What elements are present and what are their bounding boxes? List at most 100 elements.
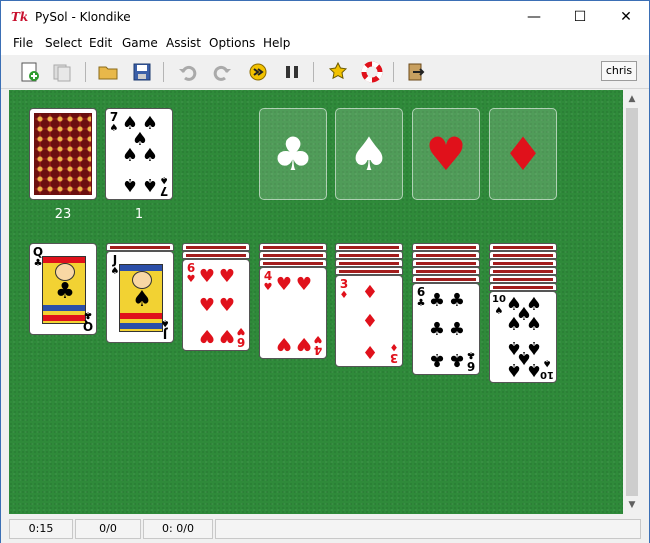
new-game-icon [21,62,39,82]
card-rank: 6 [416,285,426,299]
pip: ♣ [448,349,466,370]
menu-edit[interactable]: Edit [89,36,112,50]
pause-icon [286,66,298,78]
card-rank: 6 [186,261,196,275]
pip: ♥ [218,295,236,316]
face-down-card [412,243,480,251]
scroll-up-arrow[interactable]: ▲ [623,91,641,107]
menu-options[interactable]: Options [209,36,255,50]
close-button[interactable]: ✕ [603,1,649,33]
card-suit: ♦ [339,290,349,301]
pip: ♣ [428,290,446,311]
foundation-diamonds[interactable]: ♦ [489,108,557,200]
quit-icon [408,63,425,81]
face-down-card [489,283,557,291]
redo-icon [213,65,231,81]
save-button[interactable] [129,60,155,84]
toolbar: chris [1,55,649,89]
card-suit: ♣ [416,298,426,309]
game-table[interactable]: 23 7♠ ♠ ♠ ♠ ♠ ♠ ♠ ♠ 7♠ 1 ♣ ♠ ♥ ♦ Q♣ ♣ [9,90,623,514]
menu-assist[interactable]: Assist [166,36,201,50]
tableau-card-jack-spades[interactable]: J ♠ ♠ J ♠ [106,251,174,343]
face-down-card [412,275,480,283]
waste-suit-bottom: ♠ [159,174,169,185]
foundation-spades[interactable]: ♠ [335,108,403,200]
status-score: 0: 0/0 [143,519,213,539]
face-down-card [259,251,327,259]
pip: ♦ [361,311,379,332]
undo-button[interactable] [175,60,201,84]
tableau-card-ten-spades[interactable]: 10 ♠ ♠ ♠ ♠ ♠ ♠ ♠ ♠ ♠ ♠ ♠ 10 ♠ [489,291,557,383]
waste-count: 1 [134,207,144,222]
pip: ♥ [198,266,216,287]
card-suit-bottom: ♣ [466,349,476,360]
vertical-scrollbar[interactable]: ▲ ▼ [623,90,641,514]
face-down-card [412,251,480,259]
restart-button[interactable] [49,60,75,84]
card-rank-bottom: Q [82,319,94,333]
minimize-button[interactable]: — [511,1,557,33]
tk-app-icon: Tk [11,10,29,24]
menu-game[interactable]: Game [122,36,158,50]
pause-button[interactable] [279,60,305,84]
jack-face-art: ♠ [119,264,163,332]
card-suit-bottom: ♦ [389,341,399,352]
stock-count: 23 [54,207,72,222]
foundation-clubs[interactable]: ♣ [259,108,327,200]
open-button[interactable] [95,60,121,84]
tableau-card-queen-clubs[interactable]: Q ♣ ♣ Q ♣ [29,243,97,335]
menu-bar: File Select Edit Game Assist Options Hel… [1,33,649,55]
pip: ♥ [198,325,216,346]
card-rank-bottom: 4 [313,343,323,357]
card-suit-bottom: ♥ [236,325,246,336]
status-bar: 0:15 0/0 0: 0/0 [1,515,649,543]
window-title: PySol - Klondike [35,10,131,24]
menu-file[interactable]: File [13,36,33,50]
status-moves: 0/0 [75,519,141,539]
tableau-card-four-hearts[interactable]: 4 ♥ ♥ ♥ ♥ ♥ 4 ♥ [259,267,327,359]
maximize-button[interactable]: ☐ [557,1,603,33]
waste-card[interactable]: 7 ♠ ♠ ♠ ♠ ♠ ♠ ♠ ♠ 7 ♠ [105,108,173,200]
face-down-card [335,259,403,267]
face-suit: ♠ [132,287,152,312]
face-down-card [106,243,174,251]
scroll-thumb[interactable] [626,108,638,496]
tableau-card-three-diamonds[interactable]: 3 ♦ ♦ ♦ ♦ 3 ♦ [335,275,403,367]
player-name[interactable]: chris [601,61,637,81]
pip: ♦ [361,341,379,362]
card-rank-bottom: 6 [236,335,246,349]
face-down-card [412,259,480,267]
redo-button[interactable] [209,60,235,84]
pip: ♥ [295,333,313,354]
face-down-card [259,243,327,251]
card-suit-bottom: ♥ [313,333,323,344]
card-rank: 4 [263,269,273,283]
waste-rank-bottom: 7 [159,184,169,198]
foundation-hearts[interactable]: ♥ [412,108,480,200]
pip: ♣ [448,319,466,340]
statistics-button[interactable] [325,60,351,84]
pip: ♠ [505,359,523,380]
face-down-card [489,259,557,267]
menu-select[interactable]: Select [45,36,82,50]
face-down-card [182,243,250,251]
card-rank: 3 [339,277,349,291]
tableau-card-six-hearts[interactable]: 6 ♥ ♥ ♥ ♥ ♥ ♥ ♥ 6 ♥ [182,259,250,351]
pip: ♥ [295,274,313,295]
pip: ♥ [218,325,236,346]
card-rank-bottom: 6 [466,359,476,373]
new-game-button[interactable] [17,60,43,84]
stock-pile[interactable] [29,108,97,200]
pip: ♠ [525,314,543,335]
autodrop-button[interactable] [245,60,271,84]
face-down-card [335,267,403,275]
tableau-card-six-clubs[interactable]: 6 ♣ ♣ ♣ ♣ ♣ ♣ ♣ 6 ♣ [412,283,480,375]
help-button[interactable] [359,60,385,84]
queen-face-art: ♣ [42,256,86,324]
waste-rank: 7 [109,110,119,124]
face-down-card [182,251,250,259]
quit-button[interactable] [403,60,429,84]
menu-help[interactable]: Help [263,36,290,50]
scroll-down-arrow[interactable]: ▼ [623,497,641,513]
statistics-icon [328,61,348,80]
